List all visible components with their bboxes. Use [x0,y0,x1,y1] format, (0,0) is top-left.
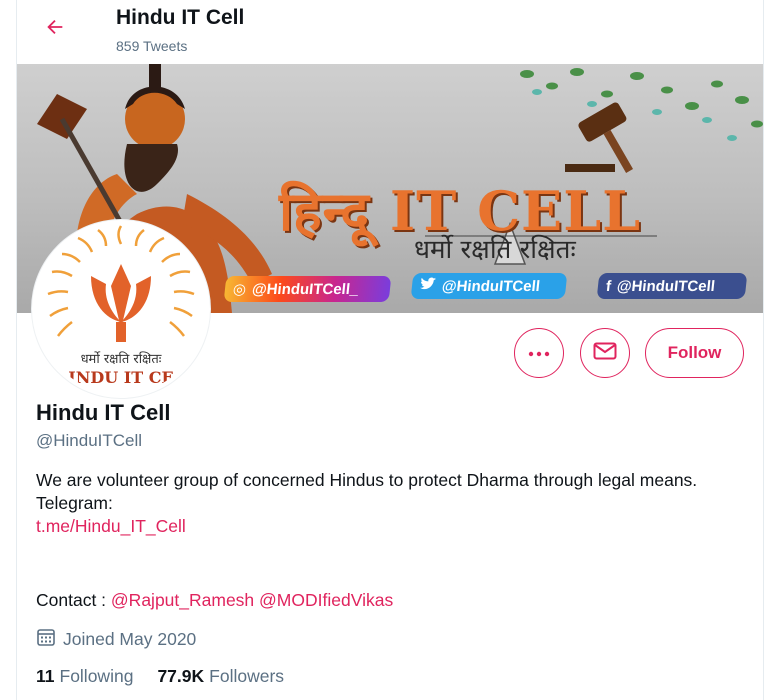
contact-line: Contact : @Rajput_Ramesh @MODIfiedVikas [36,590,393,611]
banner-instagram-badge: ◎ @HinduITCell_ [223,276,392,302]
joined-date: Joined May 2020 [36,627,196,652]
envelope-icon [593,342,617,365]
facebook-icon: f [605,277,612,295]
profile-bio: We are volunteer group of concerned Hind… [36,469,736,538]
tweet-count: 859 Tweets [116,38,188,54]
telegram-label: Telegram: [36,493,113,513]
profile-name: Hindu IT Cell [36,400,171,425]
banner-motto: धर्मो रक्षति रक्षितः [414,235,576,265]
instagram-handle: @HinduITCell_ [251,280,360,298]
following-count: 11 [36,666,55,686]
followers-label: Followers [209,666,285,686]
follow-stats: 11 Following 77.9K Followers [36,666,284,687]
profile-avatar[interactable]: धर्मो रक्षति रक्षितः INDU IT CE [32,220,210,398]
back-arrow-icon [44,16,66,43]
following-link[interactable]: 11 Following [36,666,133,687]
more-horizontal-icon [528,344,550,362]
twitter-bird-icon [419,277,437,295]
twitter-handle: @HinduITCell [441,277,541,295]
contact-mention-1[interactable]: @Rajput_Ramesh [111,590,254,610]
followers-count: 77.9K [157,666,205,686]
joined-text: Joined May 2020 [63,629,197,649]
contact-label: Contact : [36,590,107,610]
follow-button[interactable]: Follow [645,328,744,378]
telegram-link[interactable]: t.me/Hindu_IT_Cell [36,516,186,536]
banner-twitter-badge: @HinduITCell [410,273,568,299]
contact-mention-2[interactable]: @MODIfiedVikas [259,590,393,610]
avatar-wordmark: INDU IT CE [68,368,174,387]
bio-text: We are volunteer group of concerned Hind… [36,470,698,490]
back-button[interactable] [38,12,72,46]
followers-link[interactable]: 77.9K Followers [157,666,284,687]
profile-handle: @HinduITCell [36,431,143,450]
following-label: Following [59,666,134,686]
avatar-motto: धर्मो रक्षति रक्षितः [80,352,162,367]
banner-facebook-badge: f @HinduITCell [596,273,748,299]
message-button[interactable] [580,328,630,378]
instagram-icon: ◎ [232,281,247,298]
more-options-button[interactable] [514,328,564,378]
facebook-handle: @HinduITCell [616,277,716,295]
calendar-icon [36,627,56,652]
header-title: Hindu IT Cell [116,6,245,29]
